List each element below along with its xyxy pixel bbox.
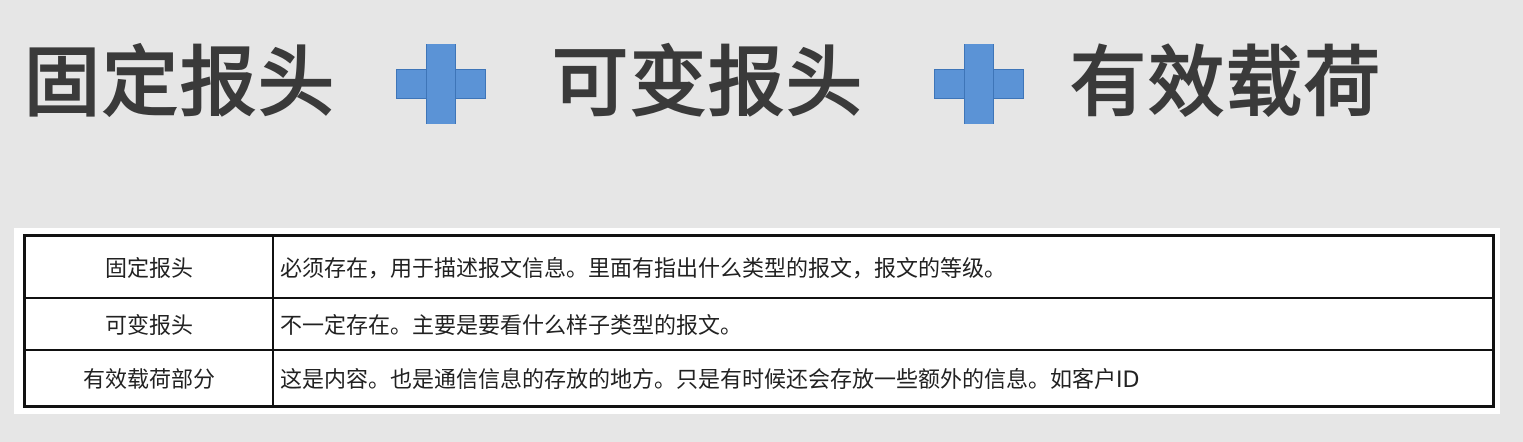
table-row: 固定报头 必须存在，用于描述报文信息。里面有指出什么类型的报文，报文的等级。 <box>23 234 1495 299</box>
payload-title: 有效载荷 <box>1070 38 1382 127</box>
variable-header-title: 可变报头 <box>552 38 864 127</box>
description-table-panel: 固定报头 必须存在，用于描述报文信息。里面有指出什么类型的报文，报文的等级。 可… <box>14 228 1500 414</box>
table-row: 可变报头 不一定存在。主要是要看什么样子类型的报文。 <box>23 297 1495 351</box>
row-description-cell: 必须存在，用于描述报文信息。里面有指出什么类型的报文，报文的等级。 <box>272 234 1495 299</box>
row-name-cell: 固定报头 <box>23 234 274 299</box>
plus-icon <box>396 44 486 124</box>
fixed-header-title: 固定报头 <box>24 38 336 127</box>
description-table: 固定报头 必须存在，用于描述报文信息。里面有指出什么类型的报文，报文的等级。 可… <box>23 234 1495 408</box>
packet-structure-formula: 固定报头 可变报头 有效载荷 <box>0 28 1523 138</box>
plus-icon <box>934 44 1024 124</box>
table-row: 有效载荷部分 这是内容。也是通信信息的存放的地方。只是有时候还会存放一些额外的信… <box>23 349 1495 408</box>
row-name-cell: 有效载荷部分 <box>23 349 274 408</box>
row-description-cell: 这是内容。也是通信信息的存放的地方。只是有时候还会存放一些额外的信息。如客户ID <box>272 349 1495 408</box>
row-name-cell: 可变报头 <box>23 297 274 351</box>
row-description-cell: 不一定存在。主要是要看什么样子类型的报文。 <box>272 297 1495 351</box>
